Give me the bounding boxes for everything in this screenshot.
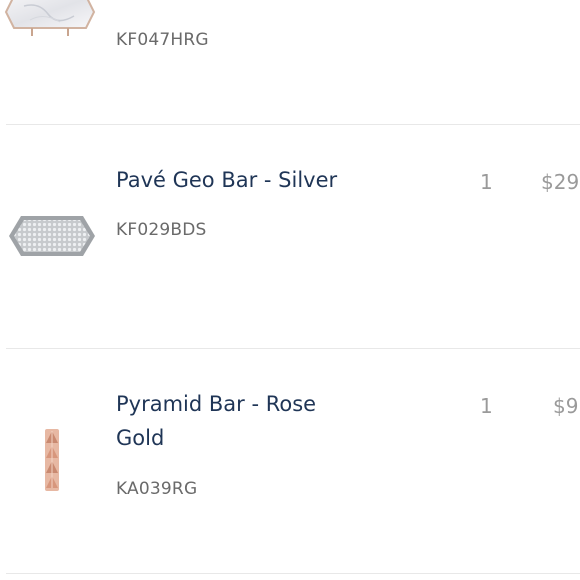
item-price: $9 [553, 394, 579, 418]
item-sku: KF047HRG [116, 30, 209, 50]
pave-geo-bar-silver-icon[interactable] [7, 212, 97, 260]
pyramid-bar-rose-gold-icon[interactable] [42, 427, 62, 493]
item-quantity: 1 [480, 394, 493, 418]
item-price: $29 [541, 170, 580, 194]
item-sku: KA039RG [116, 479, 198, 499]
item-name[interactable]: Pyramid Bar - Rose Gold [116, 387, 346, 455]
row-divider [6, 573, 580, 574]
item-sku: KF029BDS [116, 220, 207, 240]
cart-item: Pavé Geo Bar - Silver KF029BDS 1 $29 [0, 125, 580, 348]
cart-item: Pyramid Bar - Rose Gold KA039RG 1 $9 [0, 349, 580, 573]
cart-item: KF047HRG [0, 0, 580, 124]
white-stone-rose-gold-bar-icon[interactable] [4, 0, 96, 40]
item-name[interactable]: Pavé Geo Bar - Silver [116, 163, 346, 197]
cart-item-list: KF047HRG Pavé Geo Bar - Silver KF029BDS … [0, 0, 580, 580]
item-quantity: 1 [480, 170, 493, 194]
